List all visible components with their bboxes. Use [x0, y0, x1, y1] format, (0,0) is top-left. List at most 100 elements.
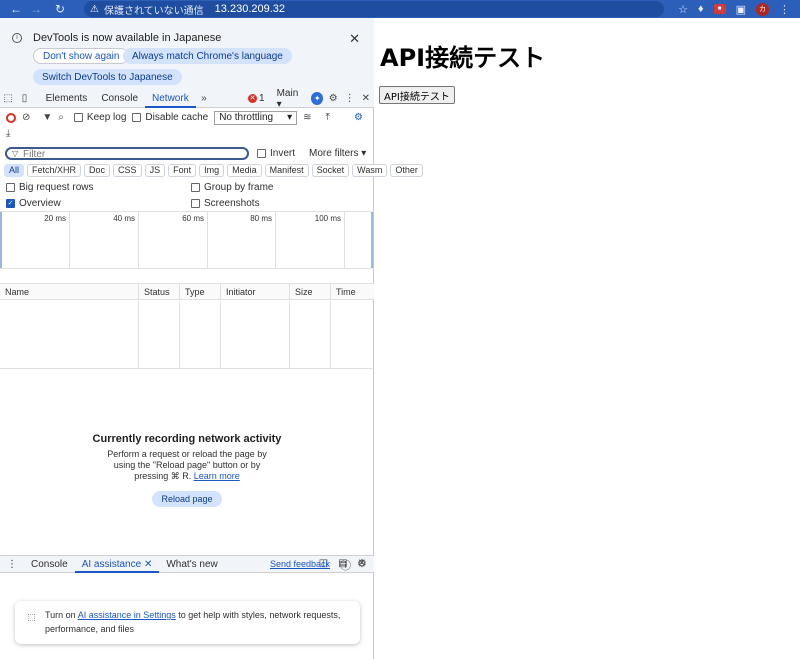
- type-filter-other[interactable]: Other: [390, 164, 423, 177]
- network-toolbar: ⊘ ▼ ⌕ Keep log Disable cache No throttli…: [0, 109, 374, 126]
- timeline-tick: 100 ms: [276, 212, 345, 268]
- drawer-tab-console[interactable]: Console: [24, 556, 75, 573]
- screenshots-box[interactable]: [191, 199, 200, 208]
- close-tab-icon[interactable]: ✕: [144, 559, 152, 570]
- column-time[interactable]: Time: [331, 284, 374, 300]
- network-conditions-icon[interactable]: ≋: [303, 112, 311, 123]
- menu-icon[interactable]: ⋮: [779, 3, 790, 16]
- browser-toolbar: ← → ↻ ⚠ 保護されていない通信 13.230.209.32 ☆ ♦ ■ ▣…: [0, 0, 800, 18]
- profile-avatar[interactable]: カ: [756, 2, 769, 16]
- preserve-log-box[interactable]: [73, 113, 83, 122]
- context-label: Main: [276, 87, 299, 99]
- context-selector[interactable]: Main ▾: [277, 88, 304, 110]
- api-test-button[interactable]: API接続テスト: [379, 86, 455, 104]
- timeline-right-handle[interactable]: [371, 212, 373, 268]
- type-filter-font[interactable]: Font: [168, 164, 197, 177]
- big-request-rows-box[interactable]: [6, 183, 15, 192]
- export-har-icon[interactable]: ⤓: [6, 128, 10, 139]
- screenshots-checkbox[interactable]: Screenshots: [191, 198, 260, 209]
- tab-elements[interactable]: Elements: [39, 90, 95, 108]
- learn-more-link[interactable]: Learn more: [194, 471, 240, 481]
- switch-to-japanese-button[interactable]: Switch DevTools to Japanese: [33, 69, 182, 85]
- type-filter-manifest[interactable]: Manifest: [264, 164, 309, 177]
- clear-icon[interactable]: ⊘: [22, 112, 30, 123]
- type-filter-media[interactable]: Media: [227, 164, 262, 177]
- security-status: 保護されていない通信: [103, 5, 204, 17]
- drawer-tab-ai-assistance-label: AI assistance: [81, 558, 142, 570]
- extension-icon[interactable]: ♦: [698, 3, 704, 15]
- drawer-tab-ai-assistance[interactable]: AI assistance ✕: [74, 556, 160, 573]
- disable-cache-checkbox[interactable]: Disable cache: [132, 112, 208, 123]
- invert-checkbox[interactable]: Invert: [257, 148, 295, 159]
- ai-settings-link[interactable]: AI assistance in Settings: [78, 610, 176, 620]
- column-status[interactable]: Status: [139, 284, 180, 300]
- filter-funnel-icon[interactable]: ▼: [42, 112, 52, 123]
- error-counter[interactable]: ✕ 1: [248, 93, 265, 104]
- forward-icon[interactable]: →: [26, 2, 46, 16]
- search-icon[interactable]: ⌕: [58, 112, 64, 123]
- ai-assistance-icon[interactable]: ✦: [311, 92, 324, 105]
- inspect-element-icon[interactable]: ⬚: [0, 93, 16, 104]
- drawer-menu-icon[interactable]: ⋮: [0, 556, 24, 573]
- more-tabs-icon[interactable]: »: [196, 93, 212, 104]
- error-icon: ✕: [248, 94, 258, 103]
- overview-box-checked[interactable]: ✓: [6, 199, 15, 208]
- ai-assistance-card: ⬚ Turn on AI assistance in Settings to g…: [15, 601, 360, 644]
- more-options-icon[interactable]: ⋮: [341, 93, 357, 104]
- close-devtools-icon[interactable]: ✕: [358, 93, 374, 104]
- type-filter-all[interactable]: All: [4, 164, 25, 177]
- address-bar[interactable]: ⚠ 保護されていない通信 13.230.209.32: [84, 1, 664, 17]
- help-icon[interactable]: ⓘ: [340, 557, 351, 573]
- close-icon[interactable]: ✕: [349, 31, 360, 47]
- timeline-tick: 20 ms: [0, 212, 70, 268]
- empty-state-line: Perform a request or reload the page by: [107, 449, 267, 459]
- type-filter-css[interactable]: CSS: [113, 164, 142, 177]
- invert-box[interactable]: [257, 148, 266, 158]
- type-filter-wasm[interactable]: Wasm: [352, 164, 388, 177]
- filter-input[interactable]: ▽ Filter: [5, 146, 249, 160]
- type-filter-doc[interactable]: Doc: [84, 164, 111, 177]
- preserve-log-checkbox[interactable]: Keep log: [73, 112, 127, 123]
- tab-console[interactable]: Console: [94, 90, 145, 108]
- column-name[interactable]: Name: [0, 284, 139, 300]
- record-icon[interactable]: [6, 112, 16, 123]
- reload-page-button[interactable]: Reload page: [152, 491, 222, 507]
- column-type[interactable]: Type: [180, 284, 221, 300]
- device-toolbar-icon[interactable]: ▯: [16, 93, 32, 104]
- network-settings-icon[interactable]: ⚙: [354, 112, 363, 123]
- type-filter-js[interactable]: JS: [144, 164, 166, 177]
- tab-network[interactable]: Network: [145, 90, 196, 108]
- type-filter-socket[interactable]: Socket: [311, 164, 350, 177]
- big-request-rows-checkbox[interactable]: Big request rows: [6, 182, 93, 193]
- throttling-select[interactable]: No throttling ▾: [214, 110, 298, 125]
- preserve-log-label: Keep log: [86, 112, 127, 123]
- column-size[interactable]: Size: [290, 284, 331, 300]
- overview-checkbox[interactable]: ✓ Overview: [6, 198, 61, 209]
- extensions-puzzle-icon[interactable]: ▣: [736, 3, 746, 16]
- column-initiator[interactable]: Initiator: [221, 284, 290, 300]
- dont-show-again-button[interactable]: Don't show again: [33, 48, 130, 64]
- requests-table-header: Name Status Type Initiator Size Time: [0, 283, 374, 300]
- devtools-panel: i DevTools is now available in Japanese …: [0, 18, 423, 659]
- reload-icon[interactable]: ↻: [50, 2, 70, 16]
- import-har-icon[interactable]: ⤒: [326, 112, 330, 123]
- devtools-tabbar: ⬚ ▯ Elements Console Network » ✕ 1 Main …: [0, 88, 374, 110]
- back-icon[interactable]: ←: [6, 2, 26, 16]
- more-filters-dropdown[interactable]: More filters ▾: [309, 148, 366, 159]
- type-filter-img[interactable]: Img: [199, 164, 225, 177]
- drawer-tab-whats-new[interactable]: What's new: [159, 556, 224, 573]
- overview-timeline[interactable]: 20 ms 40 ms 60 ms 80 ms 100 ms: [0, 211, 374, 269]
- disable-cache-box[interactable]: [132, 113, 142, 122]
- settings-gear-icon[interactable]: ⚙: [325, 93, 341, 104]
- filter-row: ▽ Filter Invert More filters ▾: [0, 144, 374, 162]
- ai-settings-gear-icon[interactable]: ⚙: [357, 557, 367, 573]
- extension-badge-icon[interactable]: ■: [713, 4, 726, 14]
- send-feedback-link[interactable]: Send feedback: [270, 559, 330, 569]
- bookmark-star-icon[interactable]: ☆: [678, 3, 688, 16]
- group-by-frame-checkbox[interactable]: Group by frame: [191, 182, 273, 193]
- always-match-language-button[interactable]: Always match Chrome's language: [123, 48, 292, 64]
- table-column-cell: [290, 301, 331, 369]
- requests-table-body: [0, 301, 374, 369]
- type-filter-fetch-xhr[interactable]: Fetch/XHR: [27, 164, 82, 177]
- group-by-frame-box[interactable]: [191, 183, 200, 192]
